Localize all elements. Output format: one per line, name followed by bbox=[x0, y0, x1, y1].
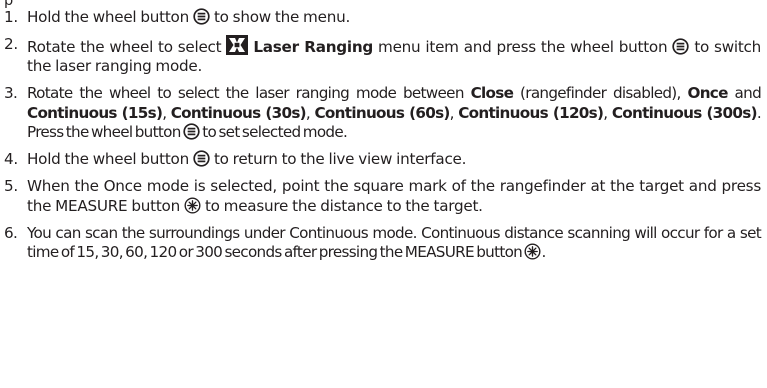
step-3: 3. Rotate the wheel to select the laser … bbox=[0, 84, 767, 142]
step-text: to show the menu. bbox=[213, 8, 351, 26]
mode-continuous-30-label: Continuous (30s) bbox=[170, 103, 307, 122]
menu-item-label: Laser Ranging bbox=[253, 38, 374, 56]
step-number: 6. bbox=[4, 223, 18, 242]
separator: , bbox=[449, 103, 455, 122]
instruction-steps: 1. Hold the wheel button to show the men… bbox=[0, 8, 767, 270]
step-text: You can scan the surroundings under Cont… bbox=[27, 223, 762, 262]
step-text: to measure the distance to the target. bbox=[204, 196, 483, 215]
manual-page: p 1. Hold the wheel button to show the m… bbox=[0, 0, 767, 388]
step-2: 2. Rotate the wheel to select Laser Rang… bbox=[0, 35, 767, 77]
step-text: Rotate the wheel to select the laser ran… bbox=[27, 84, 464, 103]
wheel-button-icon bbox=[193, 8, 210, 25]
step-text: to return to the live view interface. bbox=[213, 150, 467, 169]
step-number: 2. bbox=[4, 35, 18, 53]
laser-ranging-icon bbox=[226, 35, 249, 55]
step-text: . bbox=[541, 243, 546, 262]
separator: , bbox=[305, 103, 311, 122]
separator: , bbox=[162, 103, 167, 122]
step-4: 4. Hold the wheel button to return to th… bbox=[0, 150, 767, 169]
mode-continuous-120-label: Continuous (120s) bbox=[458, 103, 604, 122]
step-text: Hold the wheel button bbox=[27, 150, 189, 169]
separator: , bbox=[603, 103, 608, 122]
step-number: 5. bbox=[4, 177, 18, 196]
step-number: 4. bbox=[4, 150, 18, 169]
wheel-button-icon bbox=[672, 38, 690, 55]
step-text: and bbox=[734, 84, 762, 103]
step-text: Rotate the wheel to select bbox=[27, 38, 222, 56]
step-text: menu item and press the wheel button bbox=[378, 38, 668, 56]
step-1: 1. Hold the wheel button to show the men… bbox=[0, 8, 767, 27]
step-5: 5. When the Once mode is selected, point… bbox=[0, 177, 767, 216]
step-number: 3. bbox=[4, 84, 18, 103]
step-text: to set selected mode. bbox=[202, 123, 348, 142]
measure-button-icon bbox=[184, 197, 201, 214]
mode-continuous-60-label: Continuous (60s) bbox=[314, 103, 450, 122]
step-text: (rangefinder disabled), bbox=[520, 84, 681, 103]
mode-close-label: Close bbox=[470, 84, 514, 103]
mode-continuous-15-label: Continuous (15s) bbox=[27, 103, 163, 122]
mode-once-label: Once bbox=[687, 84, 728, 103]
step-6: 6. You can scan the surroundings under C… bbox=[0, 224, 767, 263]
wheel-button-icon bbox=[183, 123, 200, 140]
step-text: Hold the wheel button bbox=[27, 8, 189, 26]
wheel-button-icon bbox=[193, 150, 210, 167]
measure-button-icon bbox=[524, 243, 541, 260]
mode-continuous-300-label: Continuous (300s) bbox=[611, 103, 758, 122]
step-number: 1. bbox=[4, 8, 18, 26]
